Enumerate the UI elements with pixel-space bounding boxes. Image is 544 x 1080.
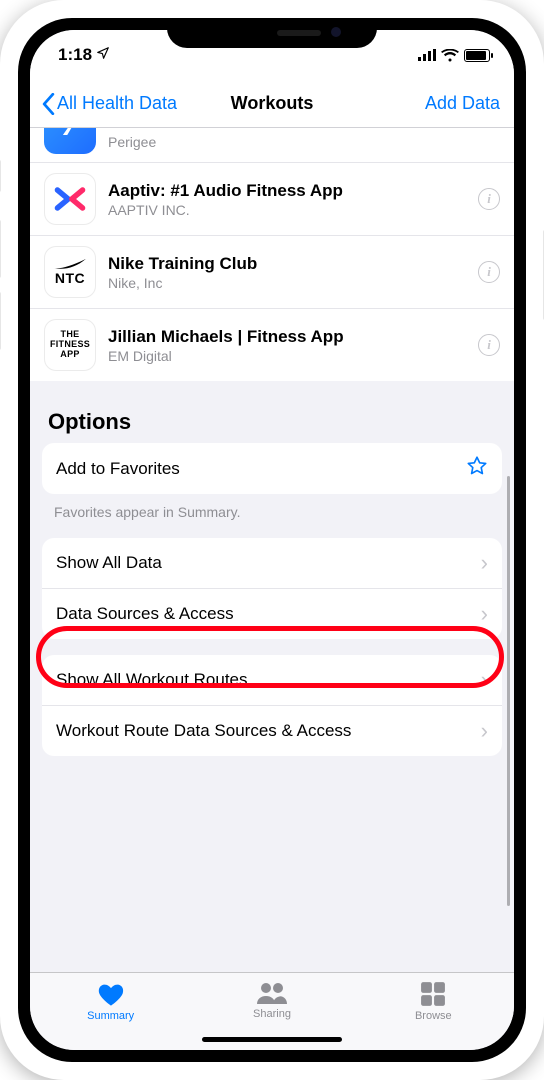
chevron-right-icon: › [481, 550, 488, 576]
chevron-right-icon: › [481, 601, 488, 627]
people-icon [255, 981, 289, 1005]
tab-summary[interactable]: Summary [30, 981, 191, 1022]
app-icon-ntc: NTC [44, 246, 96, 298]
routes-group: Show All Workout Routes › Workout Route … [42, 655, 502, 756]
nav-bar: All Health Data Workouts Add Data [30, 80, 514, 128]
info-icon[interactable]: i [478, 261, 500, 283]
favorites-group: Add to Favorites [42, 443, 502, 494]
app-name: Aaptiv: #1 Audio Fitness App [108, 180, 478, 201]
cellular-icon [418, 49, 436, 61]
grid-icon [420, 981, 446, 1007]
cell-label: Show All Data [56, 553, 481, 573]
status-time: 1:18 [58, 45, 92, 65]
tab-sharing[interactable]: Sharing [191, 981, 352, 1020]
tab-browse[interactable]: Browse [353, 981, 514, 1022]
cell-label: Show All Workout Routes [56, 670, 481, 690]
app-publisher: AAPTIV INC. [108, 202, 478, 218]
show-all-data-cell[interactable]: Show All Data › [42, 538, 502, 588]
tab-label: Browse [415, 1010, 452, 1022]
app-publisher: Perigee [108, 134, 500, 150]
app-list: 7 Perigee Aaptiv: #1 Audio Fitness App A… [30, 128, 514, 381]
back-label: All Health Data [57, 93, 177, 114]
cell-label: Workout Route Data Sources & Access [56, 720, 481, 741]
chevron-right-icon: › [481, 667, 488, 693]
wifi-icon [441, 49, 459, 62]
app-name: Nike Training Club [108, 253, 478, 274]
app-publisher: Nike, Inc [108, 275, 478, 291]
battery-icon [464, 49, 490, 62]
tab-label: Summary [87, 1010, 134, 1022]
location-icon [96, 45, 110, 65]
app-name: Jillian Michaels | Fitness App [108, 326, 478, 347]
chevron-right-icon: › [481, 718, 488, 744]
page-title: Workouts [231, 93, 314, 114]
show-all-routes-cell[interactable]: Show All Workout Routes › [42, 655, 502, 705]
data-group: Show All Data › Data Sources & Access › [42, 538, 502, 639]
tab-label: Sharing [253, 1008, 291, 1020]
app-row-jm[interactable]: THEFITNESSAPP Jillian Michaels | Fitness… [30, 308, 514, 381]
heart-icon [97, 981, 125, 1007]
back-button[interactable]: All Health Data [42, 93, 177, 115]
scroll-indicator [507, 476, 510, 906]
app-icon-aaptiv [44, 173, 96, 225]
star-icon [466, 455, 488, 482]
add-data-button[interactable]: Add Data [425, 93, 500, 114]
app-row-seven[interactable]: 7 Perigee [30, 128, 514, 162]
app-icon-jm: THEFITNESSAPP [44, 319, 96, 371]
cell-label: Add to Favorites [56, 459, 466, 479]
cell-label: Data Sources & Access [56, 604, 481, 624]
data-sources-cell[interactable]: Data Sources & Access › [42, 588, 502, 639]
chevron-left-icon [42, 93, 55, 115]
favorites-note: Favorites appear in Summary. [30, 494, 514, 522]
add-to-favorites-cell[interactable]: Add to Favorites [42, 443, 502, 494]
app-icon-seven: 7 [44, 128, 96, 154]
app-row-ntc[interactable]: NTC Nike Training Club Nike, Inc i [30, 235, 514, 308]
route-sources-cell[interactable]: Workout Route Data Sources & Access › [42, 705, 502, 756]
home-indicator[interactable] [202, 1037, 342, 1042]
device-notch [167, 18, 377, 48]
content-area: 7 Perigee Aaptiv: #1 Audio Fitness App A… [30, 128, 514, 972]
options-header: Options [30, 381, 514, 443]
app-row-aaptiv[interactable]: Aaptiv: #1 Audio Fitness App AAPTIV INC.… [30, 162, 514, 235]
app-publisher: EM Digital [108, 348, 478, 364]
info-icon[interactable]: i [478, 334, 500, 356]
info-icon[interactable]: i [478, 188, 500, 210]
